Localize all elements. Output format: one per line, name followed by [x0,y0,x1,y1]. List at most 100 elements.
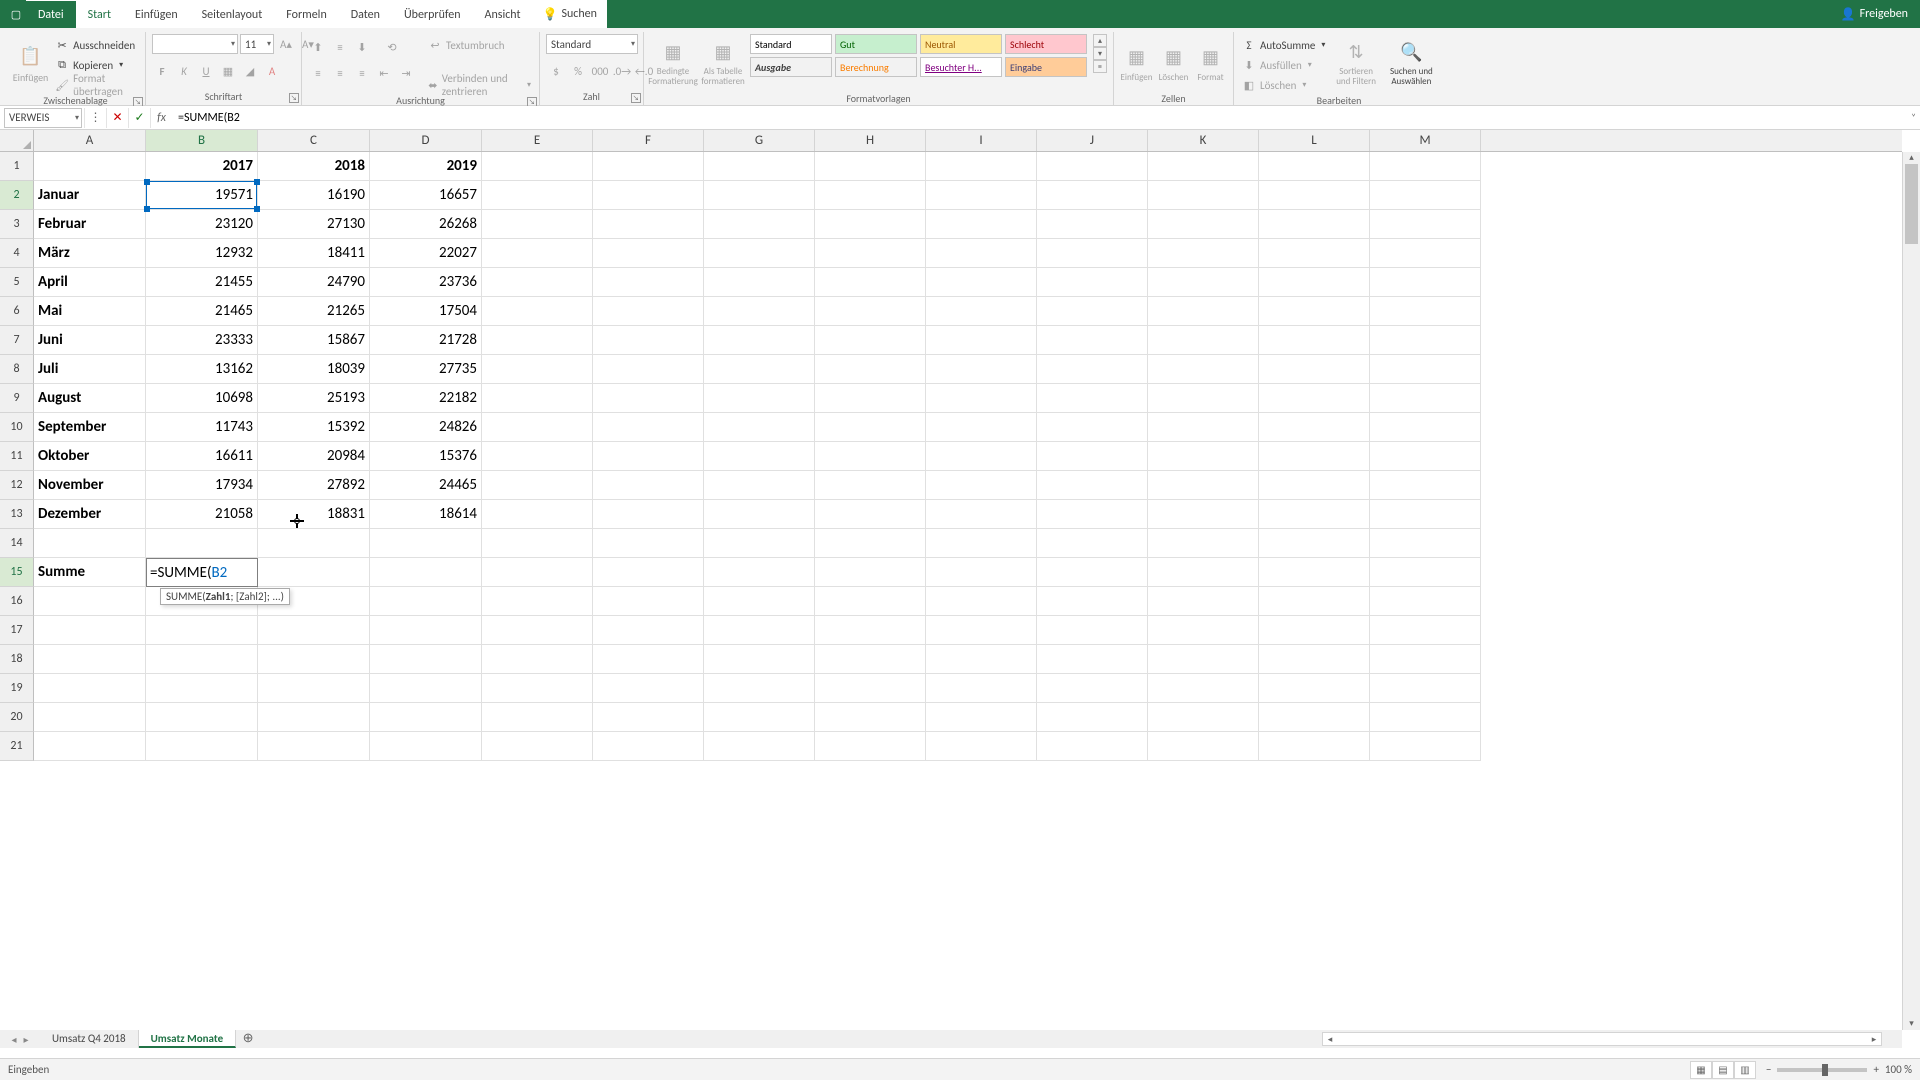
cell-J7[interactable] [1037,326,1148,355]
cell-H11[interactable] [815,442,926,471]
cell-K19[interactable] [1148,674,1259,703]
cell-K15[interactable] [1148,558,1259,587]
cell-I17[interactable] [926,616,1037,645]
cell-F1[interactable] [593,152,704,181]
cell-J12[interactable] [1037,471,1148,500]
cell-H5[interactable] [815,268,926,297]
cell-D21[interactable] [370,732,482,761]
editing-cell-B15[interactable]: =SUMME(B2 [146,558,258,587]
style-eingabe[interactable]: Eingabe [1005,57,1087,77]
cell-I7[interactable] [926,326,1037,355]
row-header-4[interactable]: 4 [0,239,34,268]
name-box[interactable]: VERWEIS▾ [4,108,82,128]
cell-L17[interactable] [1259,616,1370,645]
border-button[interactable]: ▦ [218,61,238,81]
cell-A4[interactable]: März [34,239,146,268]
cell-F9[interactable] [593,384,704,413]
cell-L13[interactable] [1259,500,1370,529]
cell-E11[interactable] [482,442,593,471]
style-neutral[interactable]: Neutral [920,34,1002,54]
cell-A6[interactable]: Mai [34,297,146,326]
cell-F2[interactable] [593,181,704,210]
cell-K21[interactable] [1148,732,1259,761]
cell-A5[interactable]: April [34,268,146,297]
cell-F5[interactable] [593,268,704,297]
cell-J11[interactable] [1037,442,1148,471]
range-handle[interactable] [144,206,150,212]
cell-K1[interactable] [1148,152,1259,181]
cell-K8[interactable] [1148,355,1259,384]
cell-G19[interactable] [704,674,815,703]
cell-J2[interactable] [1037,181,1148,210]
view-page-layout-button[interactable]: ▤ [1712,1061,1734,1079]
cell-K3[interactable] [1148,210,1259,239]
cell-D17[interactable] [370,616,482,645]
cell-D5[interactable]: 23736 [370,268,482,297]
cell-J9[interactable] [1037,384,1148,413]
cell-E18[interactable] [482,645,593,674]
cell-B1[interactable]: 2017 [146,152,258,181]
tab-formeln[interactable]: Formeln [274,0,338,28]
row-header-9[interactable]: 9 [0,384,34,413]
cell-I10[interactable] [926,413,1037,442]
cell-L7[interactable] [1259,326,1370,355]
cell-M20[interactable] [1370,703,1481,732]
align-top-button[interactable]: ⬆ [308,37,328,57]
cell-F19[interactable] [593,674,704,703]
cell-J3[interactable] [1037,210,1148,239]
cell-F12[interactable] [593,471,704,500]
style-standard[interactable]: Standard [750,34,832,54]
column-headers[interactable]: ABCDEFGHIJKLM [0,130,1902,152]
cell-F4[interactable] [593,239,704,268]
cell-F17[interactable] [593,616,704,645]
expand-formula-bar-button[interactable]: ˅ [1911,112,1916,123]
row-header-14[interactable]: 14 [0,529,34,558]
cell-C13[interactable]: 18831 [258,500,370,529]
cell-A17[interactable] [34,616,146,645]
zoom-slider[interactable] [1777,1068,1867,1072]
cell-E2[interactable] [482,181,593,210]
conditional-formatting-button[interactable]: ▦Bedingte Formatierung [650,34,696,92]
cell-E4[interactable] [482,239,593,268]
cell-H3[interactable] [815,210,926,239]
row-headers[interactable]: 123456789101112131415161718192021 [0,152,34,761]
cell-D11[interactable]: 15376 [370,442,482,471]
col-header-C[interactable]: C [258,130,370,151]
cell-H10[interactable] [815,413,926,442]
cell-L18[interactable] [1259,645,1370,674]
cell-G15[interactable] [704,558,815,587]
cell-E15[interactable] [482,558,593,587]
cell-B14[interactable] [146,529,258,558]
style-besucht[interactable]: Besuchter H... [920,57,1002,77]
col-header-B[interactable]: B [146,130,258,151]
cell-E20[interactable] [482,703,593,732]
tab-ueberpruefen[interactable]: Überprüfen [392,0,473,28]
cell-J20[interactable] [1037,703,1148,732]
increase-indent-button[interactable]: ⇥ [396,63,416,83]
cell-L4[interactable] [1259,239,1370,268]
cell-E7[interactable] [482,326,593,355]
cell-I14[interactable] [926,529,1037,558]
range-handle[interactable] [144,179,150,185]
select-all-corner[interactable] [0,130,34,151]
cell-C4[interactable]: 18411 [258,239,370,268]
col-header-D[interactable]: D [370,130,482,151]
cell-J16[interactable] [1037,587,1148,616]
cell-I15[interactable] [926,558,1037,587]
cell-H20[interactable] [815,703,926,732]
percent-button[interactable]: % [568,61,588,81]
cell-E14[interactable] [482,529,593,558]
tab-nav-buttons[interactable]: ◂▸ [0,1033,40,1046]
cell-M11[interactable] [1370,442,1481,471]
orientation-button[interactable]: ⟲ [382,37,402,57]
cell-A2[interactable]: Januar [34,181,146,210]
cell-D3[interactable]: 26268 [370,210,482,239]
col-header-J[interactable]: J [1037,130,1148,151]
cell-E1[interactable] [482,152,593,181]
number-format-combo[interactable]: Standard▾ [546,34,638,54]
style-ausgabe[interactable]: Ausgabe [750,57,832,77]
cell-D8[interactable]: 27735 [370,355,482,384]
cell-G18[interactable] [704,645,815,674]
cell-L11[interactable] [1259,442,1370,471]
cell-C19[interactable] [258,674,370,703]
